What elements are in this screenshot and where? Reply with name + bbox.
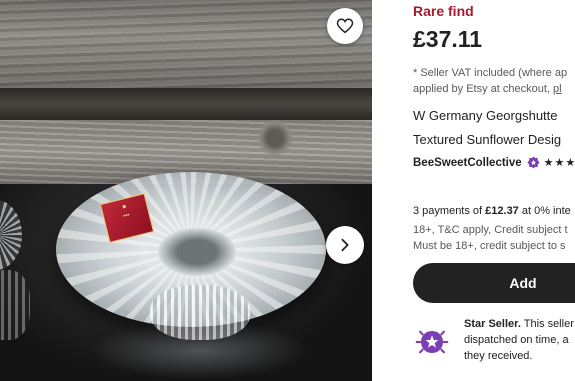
price: £37.11 — [413, 26, 483, 52]
shop-row: BeeSweetCollective ★★★ — [413, 156, 575, 170]
installment-amount: £12.37 — [485, 205, 519, 217]
heart-icon — [336, 18, 354, 34]
star-seller-line1: Star Seller. This seller — [464, 316, 574, 332]
star-seller-title: Star Seller. — [464, 318, 521, 330]
installment-terms: 18+, T&C apply, Credit subject t Must be… — [413, 222, 568, 254]
title-line2: Textured Sunflower Desig — [413, 132, 562, 147]
vat-note: * Seller VAT included (where ap applied … — [413, 65, 567, 97]
vat-note-line2-text: applied by Etsy at checkout, — [413, 83, 554, 95]
favorite-button[interactable] — [327, 8, 363, 44]
rare-find-label: Rare find — [413, 3, 474, 19]
add-to-basket-button[interactable]: Add — [413, 263, 575, 303]
listing-title: W Germany Georgshutte Textured Sunflower… — [413, 104, 561, 152]
vat-note-line2: applied by Etsy at checkout, pl — [413, 81, 567, 97]
rating-stars[interactable]: ★★★ — [544, 156, 575, 169]
installment-suffix: at 0% inte — [518, 205, 571, 217]
maker-sticker-mark: ■ ▪▪▪ — [121, 203, 131, 220]
star-seller-badge-icon — [527, 156, 540, 169]
candle-hole — [158, 228, 236, 276]
next-image-button[interactable] — [326, 226, 364, 264]
installment-terms-line2: Must be 18+, credit subject to s — [413, 240, 566, 252]
star-seller-line2: dispatched on time, a — [464, 334, 569, 346]
wood-gap — [0, 88, 372, 120]
chevron-right-icon — [341, 238, 349, 252]
vat-policy-link[interactable]: pl — [553, 83, 562, 95]
wood-background — [0, 0, 372, 88]
star-seller-line1-text: This seller — [520, 318, 574, 330]
product-photo[interactable]: ■ ▪▪▪ — [0, 0, 372, 381]
title-line1: W Germany Georgshutte — [413, 108, 558, 123]
star-seller-text: Star Seller. This seller dispatched on t… — [464, 316, 574, 364]
glass-base — [150, 285, 250, 340]
installment-terms-line1: 18+, T&C apply, Credit subject t — [413, 224, 568, 236]
listing-info: Rare find £37.11 * Seller VAT included (… — [413, 0, 575, 381]
vat-note-line1: * Seller VAT included (where ap — [413, 67, 568, 79]
glass-reflection-partial — [0, 270, 30, 340]
star-seller-icon — [415, 330, 449, 354]
installment-offer: 3 payments of £12.37 at 0% inte — [413, 205, 571, 217]
shop-name-link[interactable]: BeeSweetCollective — [413, 157, 522, 169]
wood-knot — [255, 120, 295, 156]
installment-prefix: 3 payments of — [413, 205, 486, 217]
star-seller-line3: they received. — [464, 350, 533, 362]
